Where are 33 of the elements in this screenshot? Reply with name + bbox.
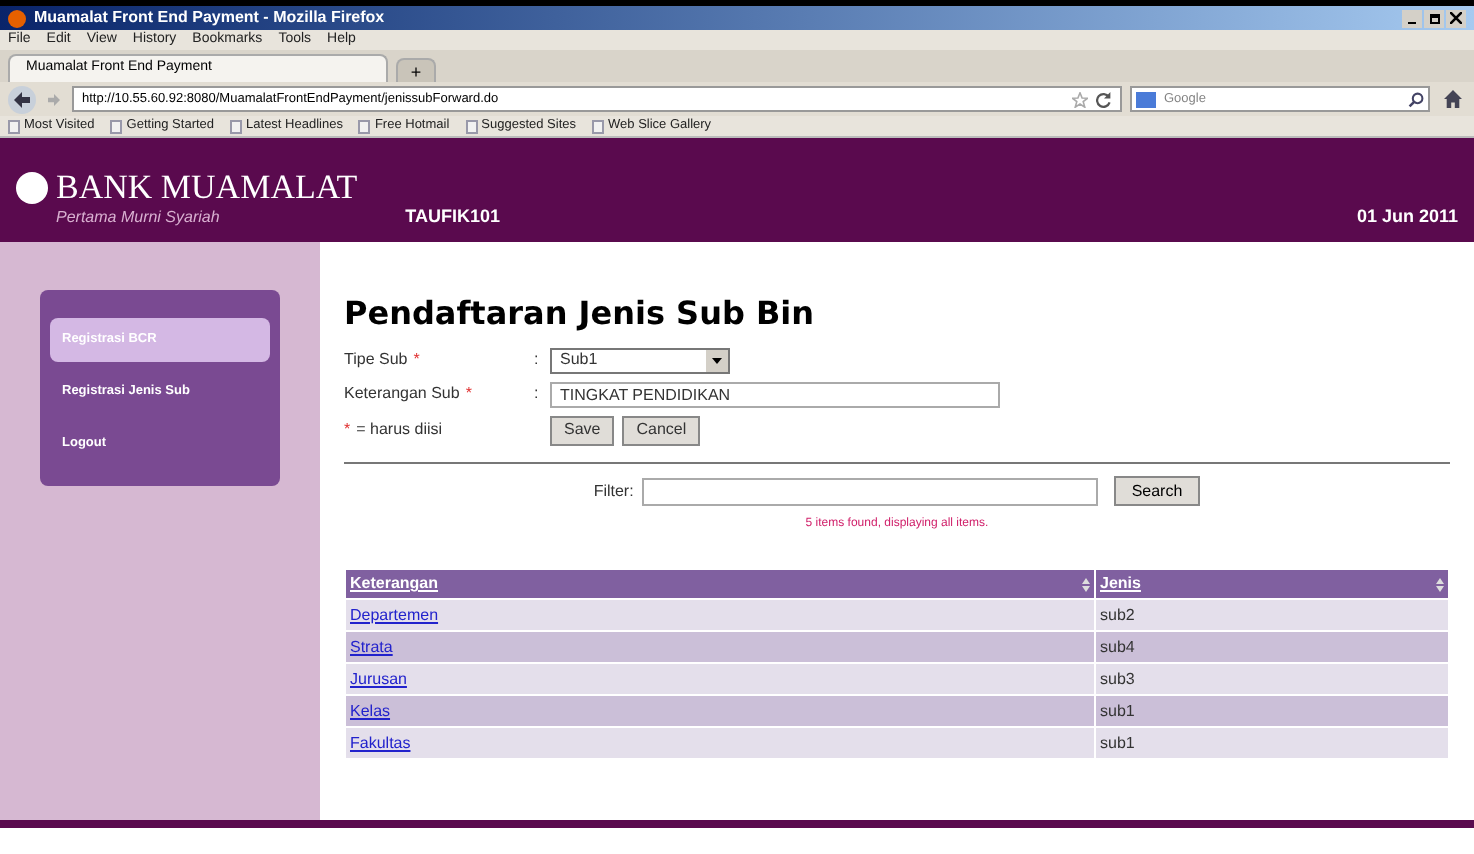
column-header[interactable]: Jenis [1096, 570, 1448, 598]
table-link[interactable]: Jurusan [350, 669, 407, 687]
required-mark: * [465, 382, 472, 406]
date: 01 Jun 2011 [1356, 203, 1458, 229]
table-cell-text: sub1 [1098, 731, 1137, 755]
required-note: = harus diisi [356, 418, 443, 442]
table-link[interactable]: Kelas [350, 701, 391, 719]
colon: : [534, 348, 541, 372]
table-link[interactable]: Fakultas [350, 733, 411, 751]
required-mark: * [413, 348, 420, 372]
user-name: TAUFIK101 [405, 203, 500, 229]
window-title: Muamalat Front End Payment - Mozilla Firefox [34, 6, 385, 30]
field-label: Tipe Sub [344, 348, 408, 372]
form-button[interactable]: Save [550, 415, 615, 445]
table-link[interactable]: Departemen [350, 605, 439, 623]
table-cell-text: sub4 [1098, 635, 1137, 659]
search-button[interactable]: Search [1113, 476, 1201, 506]
field-label: Keterangan Sub [344, 382, 460, 406]
text-field[interactable]: TINGKAT PENDIDIKAN [550, 381, 1000, 407]
form-button[interactable]: Cancel [622, 415, 701, 445]
bank-name: BANK MUAMALAT [56, 170, 358, 206]
select-field[interactable]: Sub1 [550, 347, 730, 373]
table-cell-text: sub1 [1098, 699, 1137, 723]
tagline: Pertama Murni Syariah [54, 206, 222, 230]
page-title: Pendaftaran Jenis Sub Bin [344, 292, 817, 336]
column-header[interactable]: Keterangan [346, 570, 1094, 598]
table-cell-text: sub2 [1098, 603, 1137, 627]
table-cell-text: sub3 [1098, 667, 1137, 691]
required-mark: * [344, 418, 351, 442]
browser-tab[interactable]: + [396, 58, 436, 82]
filter-label: Filter: [593, 479, 634, 503]
colon: : [534, 382, 541, 406]
table-link[interactable]: Strata [350, 637, 393, 655]
